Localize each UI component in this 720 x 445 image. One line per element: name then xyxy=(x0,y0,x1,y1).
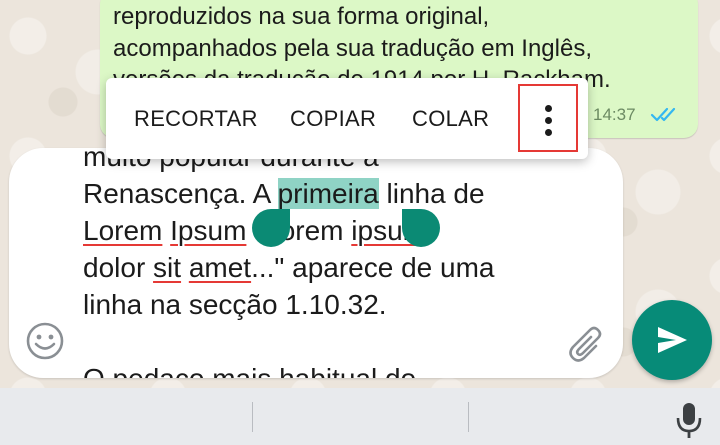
misspelled-word: Ipsum xyxy=(170,215,247,246)
misspelled-word: Lorem xyxy=(83,215,163,246)
input-line xyxy=(83,323,563,360)
send-button[interactable] xyxy=(632,300,712,380)
more-vert-icon xyxy=(545,129,552,136)
send-icon xyxy=(658,327,687,353)
input-line: Lorem Ipsum "Lorem ipsum xyxy=(83,215,426,246)
cut-button[interactable]: RECORTAR xyxy=(134,78,258,159)
input-line: dolor sit amet..." aparece de uma xyxy=(83,252,495,283)
input-line: O pedaço mais habitual do xyxy=(83,360,563,378)
misspelled-word: amet xyxy=(188,252,252,283)
message-timestamp: 14:37 xyxy=(593,105,636,124)
selected-text: primeira xyxy=(277,178,379,209)
suggestion-divider xyxy=(252,402,253,432)
more-options-button[interactable] xyxy=(518,84,578,152)
message-line: reproduzidos na sua forma original, xyxy=(113,3,490,30)
keyboard-suggestion-strip xyxy=(0,388,720,445)
message-line: acompanhados pela sua tradução em Inglês… xyxy=(113,34,592,62)
selection-start-handle[interactable] xyxy=(252,209,290,247)
microphone-icon[interactable] xyxy=(674,400,704,440)
suggestion-divider xyxy=(468,402,469,432)
message-input-field[interactable]: muito popular durante a Renascença. A pr… xyxy=(9,148,623,378)
input-line: linha na secção 1.10.32. xyxy=(83,289,387,320)
message-input-text[interactable]: muito popular durante a Renascença. A pr… xyxy=(83,148,563,378)
emoji-smile-icon[interactable] xyxy=(24,320,66,362)
selection-end-handle[interactable] xyxy=(402,209,440,247)
input-line: Renascença. A primeira linha de xyxy=(83,178,485,209)
misspelled-word: sit xyxy=(153,252,182,283)
text-selection-toolbar: RECORTAR COPIAR COLAR xyxy=(106,78,588,159)
paste-button[interactable]: COLAR xyxy=(412,78,489,159)
more-vert-icon xyxy=(545,105,552,112)
paperclip-icon[interactable] xyxy=(566,320,610,364)
double-check-icon xyxy=(650,107,676,122)
copy-button[interactable]: COPIAR xyxy=(290,78,376,159)
more-vert-icon xyxy=(545,117,552,124)
